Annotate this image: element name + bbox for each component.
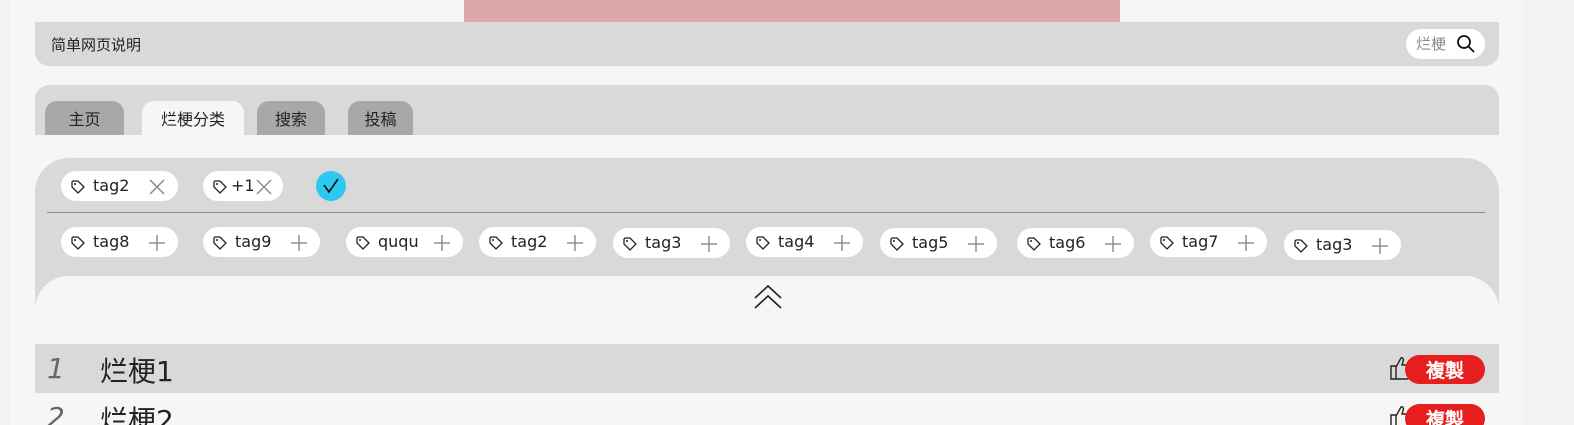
selected-tag-chip[interactable]: tag2 (61, 171, 178, 201)
tab-search[interactable]: 搜索 (257, 101, 325, 135)
tag-icon (623, 237, 637, 251)
available-tag-chip[interactable]: tag2 (479, 227, 596, 257)
add-tag-icon[interactable] (967, 235, 985, 253)
tag-icon (489, 236, 503, 250)
selected-tag-chip[interactable]: +1 (203, 171, 283, 201)
remove-tag-icon[interactable] (255, 178, 273, 196)
tab-home[interactable]: 主页 (45, 101, 124, 135)
top-bar: 简单网页说明 (35, 22, 1499, 66)
add-tag-icon[interactable] (566, 234, 584, 252)
search-icon[interactable] (1456, 34, 1476, 54)
tag-icon (71, 180, 85, 194)
tag-icon (71, 236, 85, 250)
tag-icon (213, 236, 227, 250)
add-tag-icon[interactable] (1371, 237, 1389, 255)
available-tag-chip[interactable]: tag5 (880, 228, 997, 258)
add-tag-icon[interactable] (833, 234, 851, 252)
copy-button[interactable]: 複製 (1405, 355, 1485, 384)
available-tag-label: tag6 (1049, 233, 1086, 252)
scrollbar-track[interactable] (1524, 0, 1574, 425)
available-tag-label: tag9 (235, 232, 272, 251)
tag-icon (1294, 239, 1308, 253)
tab-categories[interactable]: 烂梗分类 (142, 101, 244, 135)
row-index: 1 (47, 352, 65, 385)
available-tag-chip[interactable]: tag8 (61, 227, 178, 257)
check-icon (323, 178, 339, 194)
meme-title: 烂梗2 (100, 404, 174, 425)
available-tag-chip[interactable]: ququ (346, 227, 463, 257)
search-box[interactable] (1406, 29, 1485, 59)
available-tag-chip[interactable]: tag7 (1150, 227, 1267, 257)
available-tag-chip[interactable]: tag3 (613, 228, 730, 258)
available-tag-label: tag4 (778, 232, 815, 251)
row-index: 2 (47, 401, 65, 425)
available-tag-label: tag8 (93, 232, 130, 251)
tag-icon (1160, 236, 1174, 250)
available-tag-label: ququ (378, 232, 419, 251)
collapse-chevron-icon[interactable] (751, 279, 785, 313)
available-tag-label: tag3 (1316, 235, 1353, 254)
available-tag-chip[interactable]: tag6 (1017, 228, 1134, 258)
available-tag-label: tag2 (511, 232, 548, 251)
collapse-area (35, 276, 1499, 346)
add-tag-icon[interactable] (1104, 235, 1122, 253)
add-tag-icon[interactable] (433, 234, 451, 252)
tag-icon (1027, 237, 1041, 251)
confirm-check-button[interactable] (316, 171, 346, 201)
divider (47, 212, 1485, 213)
add-tag-icon[interactable] (148, 234, 166, 252)
tag-icon (356, 236, 370, 250)
tag-icon (890, 237, 904, 251)
search-input[interactable] (1416, 35, 1454, 53)
copy-button[interactable]: 複製 (1405, 404, 1485, 425)
remove-tag-icon[interactable] (148, 178, 166, 196)
available-tag-chip[interactable]: tag3 (1284, 230, 1401, 260)
add-tag-icon[interactable] (1237, 234, 1255, 252)
hero-banner (464, 0, 1120, 22)
tab-bar: 主页 烂梗分类 搜索 投稿 (35, 85, 1499, 135)
tab-submit[interactable]: 投稿 (348, 101, 413, 135)
add-tag-icon[interactable] (290, 234, 308, 252)
available-tag-label: tag7 (1182, 232, 1219, 251)
available-tag-chip[interactable]: tag4 (746, 227, 863, 257)
available-tag-label: tag3 (645, 233, 682, 252)
tag-icon (213, 180, 227, 194)
meme-row: 2 烂梗2 複製 (35, 393, 1499, 425)
site-description: 简单网页说明 (51, 36, 142, 54)
selected-tag-label: tag2 (93, 176, 130, 195)
available-tag-label: tag5 (912, 233, 949, 252)
available-tag-chip[interactable]: tag9 (203, 227, 320, 257)
page: 简单网页说明 主页 烂梗分类 搜索 投稿 tag2 +1 tag8 (10, 0, 1524, 425)
meme-row: 1 烂梗1 複製 (35, 344, 1499, 393)
selected-tag-label: +1 (231, 176, 255, 195)
meme-title: 烂梗1 (100, 355, 174, 388)
tag-icon (756, 236, 770, 250)
add-tag-icon[interactable] (700, 235, 718, 253)
